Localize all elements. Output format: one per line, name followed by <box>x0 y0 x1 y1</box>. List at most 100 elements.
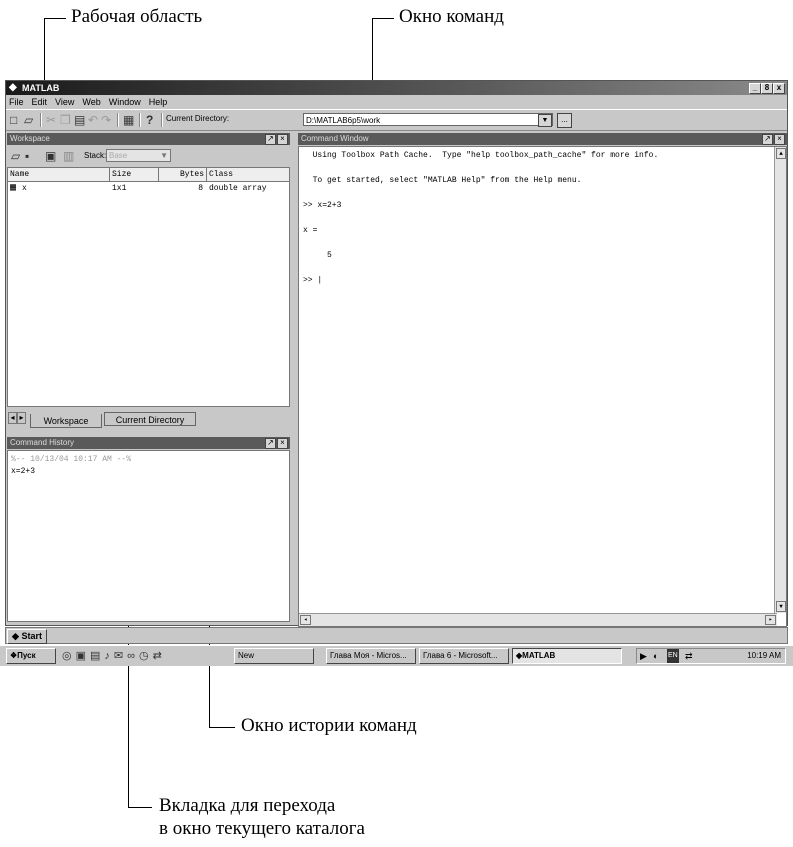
tray-volume-icon[interactable]: ◐ <box>653 649 658 663</box>
command-line <box>303 163 782 176</box>
scroll-up-icon[interactable]: ▲ <box>776 148 786 159</box>
minimize-button[interactable]: _ <box>749 83 761 94</box>
toolbar-separator <box>40 113 42 127</box>
help-icon[interactable]: ? <box>146 113 153 127</box>
cut-icon[interactable]: ✂ <box>46 113 56 127</box>
command-line: >> | <box>303 276 323 285</box>
windows-start-button[interactable]: ❖Пуск <box>6 648 56 664</box>
copy-icon[interactable]: ❐ <box>60 113 71 127</box>
new-file-icon[interactable]: □ <box>10 113 17 127</box>
tab-current-directory[interactable]: Current Directory <box>104 412 196 426</box>
array-icon: ▦ <box>10 183 17 194</box>
task-matlab[interactable]: ◆MATLAB <box>512 648 622 664</box>
col-size[interactable]: Size <box>109 168 157 181</box>
command-line: x = <box>303 226 318 235</box>
current-directory-input[interactable]: D:\MATLAB6p5\work <box>303 113 553 126</box>
command-window[interactable]: Using Toolbox Path Cache. Type "help too… <box>298 146 787 627</box>
workspace-table: Name Size Bytes Class ▦ x 1x1 8 double a… <box>7 167 290 407</box>
col-class[interactable]: Class <box>206 168 233 181</box>
menu-window[interactable]: Window <box>109 97 141 107</box>
media-icon[interactable]: ♪ <box>104 650 114 662</box>
menu-view[interactable]: View <box>55 97 74 107</box>
calendar-icon[interactable]: ◷ <box>139 650 153 662</box>
desktop-icon[interactable]: ▣ <box>76 650 90 662</box>
history-session-line[interactable]: %-- 10/13/04 10:17 AM --% <box>11 454 286 466</box>
workspace-toolbar: ▱ ▪ ▣ ▥ Stack: Base ▼ <box>7 146 290 166</box>
command-line <box>303 188 782 201</box>
tab-scroll-right-icon[interactable]: ▸ <box>17 412 26 424</box>
open-variable-icon[interactable]: ▱ <box>11 149 20 163</box>
open-file-icon[interactable]: ▱ <box>24 113 33 127</box>
delete-variable-icon[interactable]: ▥ <box>63 149 74 163</box>
history-entry[interactable]: x=2+3 <box>11 466 286 478</box>
annot-tick-tab <box>128 807 152 808</box>
tab-scroll: ◂ ▸ <box>7 411 27 425</box>
annot-tab-note-1: Вкладка для перехода <box>159 795 336 816</box>
close-history-button[interactable]: × <box>277 438 288 449</box>
col-name[interactable]: Name <box>10 168 29 181</box>
tray-icon[interactable]: ▶ <box>640 649 647 663</box>
annot-tab-note-2: в окно текущего каталога <box>159 818 365 839</box>
scroll-left-icon[interactable]: ◂ <box>300 615 311 625</box>
stack-value: Base <box>109 151 128 160</box>
redo-icon[interactable]: ↷ <box>101 113 111 127</box>
command-horizontal-scrollbar[interactable]: ◂ ▸ <box>299 613 777 626</box>
import-data-icon[interactable]: ▣ <box>45 149 56 163</box>
menu-file[interactable]: File <box>9 97 24 107</box>
var-class: double array <box>209 184 267 193</box>
maximize-button[interactable]: 8 <box>761 83 773 94</box>
scroll-right-icon[interactable]: ▸ <box>765 615 776 625</box>
matlab-start-button[interactable]: ◆ Start <box>7 629 47 644</box>
command-window-title: Command Window <box>301 134 369 143</box>
language-indicator[interactable]: EN <box>667 649 679 663</box>
stack-select[interactable]: Base ▼ <box>106 149 171 162</box>
undo-icon[interactable]: ↶ <box>88 113 98 127</box>
status-bar: ◆ Start <box>5 627 788 644</box>
undock-history-button[interactable]: ↗ <box>265 438 276 449</box>
toolbar-separator <box>161 113 163 127</box>
clock: 10:19 AM <box>747 651 781 660</box>
col-bytes[interactable]: Bytes <box>158 168 204 181</box>
var-size: 1x1 <box>112 184 127 193</box>
command-vertical-scrollbar[interactable]: ▲ ▼ <box>774 147 786 613</box>
simulink-icon[interactable]: ▦ <box>123 113 134 127</box>
workspace-title: Workspace <box>10 134 50 143</box>
close-command-window-button[interactable]: × <box>774 134 785 145</box>
tab-scroll-left-icon[interactable]: ◂ <box>8 412 17 424</box>
command-line <box>303 238 782 251</box>
toolbar: □ ▱ ✂ ❐ ▤ ↶ ↷ ▦ ? Current Directory: D:\… <box>6 109 787 131</box>
explorer-icon[interactable]: ▤ <box>90 650 104 662</box>
outlook-icon[interactable]: ✉ <box>114 650 127 662</box>
menu-edit[interactable]: Edit <box>32 97 48 107</box>
command-line: 5 <box>303 251 332 260</box>
paste-icon[interactable]: ▤ <box>74 113 85 127</box>
windows-start-label: Пуск <box>17 651 36 660</box>
browser-icon[interactable]: ◎ <box>62 650 76 662</box>
directory-dropdown-icon[interactable]: ▼ <box>538 114 552 127</box>
matlab-logo-icon: ◆ <box>9 82 17 93</box>
matlab-start-icon: ◆ <box>12 631 19 641</box>
table-row[interactable]: ▦ x 1x1 8 double array <box>8 182 289 195</box>
undock-command-window-button[interactable]: ↗ <box>762 134 773 145</box>
task-word-2[interactable]: Глава 6 - Microsoft... <box>419 648 509 664</box>
close-button[interactable]: x <box>773 83 785 94</box>
scroll-down-icon[interactable]: ▼ <box>776 601 786 612</box>
task-word-1[interactable]: Глава Моя - Micros... <box>326 648 416 664</box>
menu-help[interactable]: Help <box>149 97 168 107</box>
browse-directory-button[interactable]: ... <box>557 113 572 128</box>
close-workspace-button[interactable]: × <box>277 134 288 145</box>
network-icon[interactable]: ⇄ <box>153 650 166 662</box>
workspace-header-row: Name Size Bytes Class <box>8 168 289 182</box>
undock-workspace-button[interactable]: ↗ <box>265 134 276 145</box>
tab-workspace[interactable]: Workspace <box>30 414 102 428</box>
system-tray: ▶ ◐ EN ⇄ 10:19 AM <box>636 648 786 664</box>
link-icon[interactable]: ∞ <box>127 650 139 662</box>
task-new[interactable]: New <box>234 648 314 664</box>
menu-web[interactable]: Web <box>82 97 100 107</box>
tray-network-icon[interactable]: ⇄ <box>685 649 693 663</box>
current-directory-label: Current Directory: <box>166 114 230 123</box>
save-workspace-icon[interactable]: ▪ <box>25 149 29 163</box>
quick-launch: ◎▣▤♪✉∞◷⇄ <box>62 649 166 662</box>
command-line <box>303 213 782 226</box>
task-word-2-label: Глава 6 - Microsoft... <box>423 651 498 660</box>
